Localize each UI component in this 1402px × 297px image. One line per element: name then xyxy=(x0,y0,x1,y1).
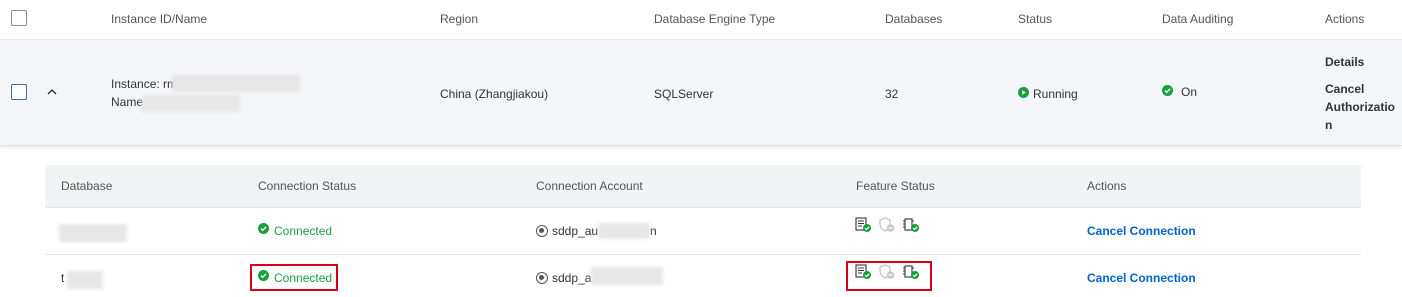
document-check-icon xyxy=(855,206,872,253)
header-engine: Database Engine Type xyxy=(654,12,776,26)
header-connection-account: Connection Account xyxy=(536,179,643,193)
check-circle-icon xyxy=(1162,84,1173,99)
database-table-header: Database Connection Status Connection Ac… xyxy=(45,165,1361,208)
connection-status: Connected xyxy=(258,208,332,255)
header-feature-status: Feature Status xyxy=(856,179,935,193)
eye-icon[interactable] xyxy=(536,271,548,284)
connection-account: sddp_a xyxy=(536,255,664,297)
cancel-connection-link[interactable]: Cancel Connection xyxy=(1087,255,1196,297)
redacted-database-name xyxy=(59,224,127,242)
instance-row-checkbox[interactable] xyxy=(11,84,27,100)
cancel-authorization-line2: Authorizatio xyxy=(1325,100,1395,114)
account-text: sddp_a xyxy=(552,271,592,285)
highlight-box-feature-status xyxy=(846,261,932,291)
redacted-instance-name xyxy=(142,95,240,112)
database-row: Connected sddp_au n Cancel Connection xyxy=(45,208,1361,255)
redacted-account xyxy=(591,266,664,285)
connection-account: sddp_au n xyxy=(536,208,657,255)
shield-minus-icon xyxy=(878,206,896,253)
database-row: t Connected sddp_a Cancel Connection xyxy=(45,255,1361,297)
redacted-database-name xyxy=(67,271,103,289)
account-suffix: n xyxy=(650,224,657,238)
select-all-checkbox[interactable] xyxy=(11,10,27,26)
instance-databases-count: 32 xyxy=(885,87,899,101)
connection-status-text: Connected xyxy=(274,224,333,238)
header-auditing: Data Auditing xyxy=(1162,12,1234,26)
cancel-authorization-line3: n xyxy=(1325,118,1333,132)
cancel-connection-link[interactable]: Cancel Connection xyxy=(1087,208,1196,255)
instance-engine: SQLServer xyxy=(654,87,714,101)
highlight-box-connected xyxy=(250,264,338,291)
header-actions: Actions xyxy=(1325,12,1365,26)
cancel-authorization-line1: Cancel xyxy=(1325,82,1365,96)
header-instance: Instance ID/Name xyxy=(111,12,208,26)
account-text: sddp_au xyxy=(552,224,599,238)
instance-id: Instance: rm xyxy=(111,77,178,91)
database-name: t xyxy=(61,271,65,285)
instance-auditing: On xyxy=(1162,84,1198,100)
table-header: Instance ID/Name Region Database Engine … xyxy=(0,0,1402,40)
chip-check-icon xyxy=(902,206,920,253)
instance-name: Name xyxy=(111,95,144,109)
cancel-authorization-link[interactable]: Cancel Authorizatio n xyxy=(1325,80,1395,134)
chevron-up-icon[interactable] xyxy=(46,86,58,100)
feature-status xyxy=(855,206,920,253)
auditing-text: On xyxy=(1181,85,1198,99)
header-status: Status xyxy=(1018,12,1053,26)
header-connection-status: Connection Status xyxy=(258,179,357,193)
redacted-instance-id xyxy=(172,75,300,92)
status-text: Running xyxy=(1033,87,1078,101)
eye-icon[interactable] xyxy=(536,224,548,237)
details-link[interactable]: Details xyxy=(1325,55,1364,69)
check-circle-icon xyxy=(258,207,269,254)
instance-status: Running xyxy=(1018,86,1078,102)
play-circle-icon xyxy=(1018,86,1029,101)
header-region: Region xyxy=(440,12,479,26)
header-sub-actions: Actions xyxy=(1087,179,1127,193)
instance-row: Instance: rm Name China (Zhangjiakou) SQ… xyxy=(0,40,1402,146)
instance-region: China (Zhangjiakou) xyxy=(440,87,549,101)
header-database: Database xyxy=(61,179,113,193)
redacted-account xyxy=(598,222,651,239)
header-databases: Databases xyxy=(885,12,943,26)
